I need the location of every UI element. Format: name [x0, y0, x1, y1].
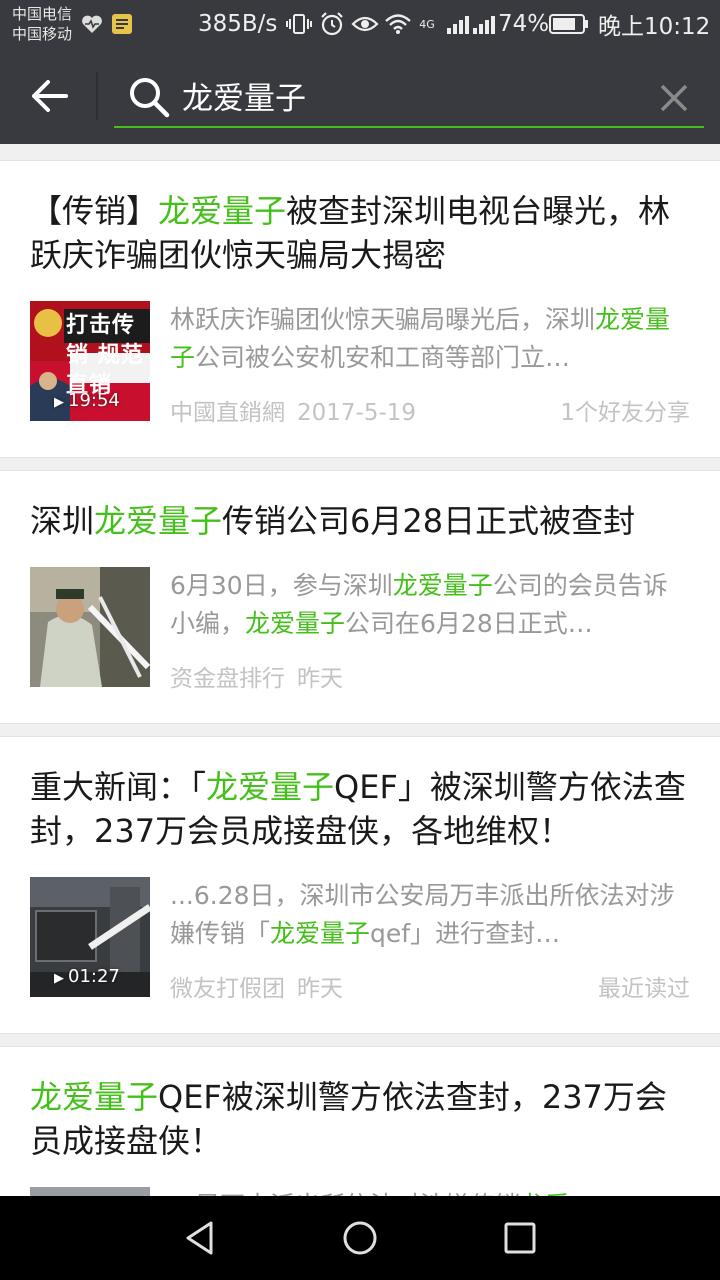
vibrate-icon: [285, 0, 313, 48]
search-icon: [130, 78, 170, 118]
result-title[interactable]: 龙爱量子QEF被深圳警方依法查封，237万会员成接盘侠！: [30, 1075, 690, 1163]
result-date: 昨天: [297, 976, 343, 1002]
signal-icon: [444, 0, 496, 48]
result-date: 昨天: [297, 666, 343, 692]
result-thumbnail[interactable]: 打击传销 规范直销 ▶ 19:54: [30, 301, 150, 421]
close-icon: [660, 84, 688, 112]
result-social-note: 最近读过: [598, 976, 690, 1002]
highlighted-keyword: 龙爱量子: [270, 919, 371, 948]
result-meta: 资金盘排行 昨天: [170, 659, 690, 693]
search-result-card[interactable]: 龙爱量子QEF被深圳警方依法查封，237万会员成接盘侠！ …局万丰派出所依法对涉嫌…: [0, 1046, 720, 1196]
play-icon: ▶: [54, 971, 64, 986]
result-social-note: 1个好友分享: [560, 400, 690, 426]
search-field[interactable]: [114, 66, 704, 128]
home-circle-icon: [343, 1221, 377, 1255]
duration-text: 19:54: [68, 390, 120, 411]
eye-icon: [350, 0, 380, 48]
system-nav-bar: [0, 1196, 720, 1280]
wifi-icon: [383, 0, 413, 48]
nav-recents-button[interactable]: [496, 1214, 544, 1262]
meta-left: 微友打假团 昨天: [170, 969, 343, 1003]
video-duration: ▶ 01:27: [54, 966, 120, 987]
result-title[interactable]: 【传销】龙爱量子被查封深圳电视台曝光，林跃庆诈骗团伙惊天骗局大揭密: [30, 189, 690, 277]
meta-left: 中國直銷網 2017-5-19: [170, 393, 416, 427]
thumbnail-caption: 打击传销 规范直销: [66, 313, 144, 398]
snippet-text: 林跃庆诈骗团伙惊天骗局曝光后，深圳: [170, 305, 596, 334]
title-text: 深圳: [30, 502, 95, 540]
alarm-icon: [318, 0, 346, 48]
snippet-text: 6月30日，参与深圳: [170, 571, 393, 600]
title-text: 【传销】: [30, 192, 159, 230]
result-thumbnail[interactable]: ▶ 01:27: [30, 877, 150, 997]
result-snippet: 6月30日，参与深圳龙爱量子公司的会员告诉小编，龙爱量子公司在6月28日正式…: [170, 567, 690, 643]
result-source: 资金盘排行: [170, 666, 285, 692]
play-icon: ▶: [54, 395, 64, 410]
result-title[interactable]: 重大新闻：「龙爱量子QEF」被深圳警方依法查封，237万会员成接盘侠，各地维权！: [30, 765, 690, 853]
search-result-card[interactable]: 深圳龙爱量子传销公司6月28日正式被查封 6月30日，参与深圳龙爱量子公司的会员告…: [0, 470, 720, 724]
result-source: 中國直銷網: [170, 400, 285, 426]
video-duration: ▶ 19:54: [54, 390, 120, 411]
result-thumbnail[interactable]: [30, 1187, 150, 1196]
result-snippet: ...6.28日，深圳市公安局万丰派出所依法对涉嫌传销「龙爱量子qef」进行查封…: [170, 877, 690, 953]
result-title[interactable]: 深圳龙爱量子传销公司6月28日正式被查封: [30, 499, 690, 543]
snippet-text: qef」进行查封…: [370, 919, 561, 948]
recents-square-icon: [504, 1222, 536, 1254]
highlighted-keyword: 龙爱量子: [392, 571, 493, 600]
result-meta: 微友打假团 昨天 最近读过: [170, 969, 690, 1003]
clear-search-button[interactable]: [652, 76, 696, 120]
header-divider: [96, 72, 98, 120]
title-text: 重大新闻：「: [30, 768, 207, 806]
highlighted-keyword: 龙爱量子: [30, 1078, 159, 1116]
notes-app-icon: [110, 0, 134, 48]
nav-back-button[interactable]: [176, 1214, 224, 1262]
search-result-card[interactable]: 【传销】龙爱量子被查封深圳电视台曝光，林跃庆诈骗团伙惊天骗局大揭密打击传销 规范…: [0, 160, 720, 458]
network-type: 4G: [419, 17, 435, 31]
search-input[interactable]: [182, 72, 632, 118]
result-source: 微友打假团: [170, 976, 285, 1002]
result-meta: 中國直銷網 2017-5-19 1个好友分享: [170, 393, 690, 427]
result-date: 2017-5-19: [297, 400, 417, 426]
title-text: 传销公司6月28日正式被查封: [222, 502, 636, 540]
back-arrow-icon: [32, 80, 68, 112]
highlighted-keyword: 龙爱量子: [94, 502, 223, 540]
result-thumbnail[interactable]: [30, 567, 150, 687]
carrier-1: 中国电信: [12, 5, 73, 23]
snippet-text: 公司在6月28日正式…: [345, 609, 593, 638]
result-snippet: …局万丰派出所依法对涉嫌传销龙爱: [170, 1187, 690, 1196]
status-bar: 中国电信 中国移动 385B/s 4G 74% 晚上10:12: [0, 0, 720, 48]
result-body: …局万丰派出所依法对涉嫌传销龙爱: [30, 1187, 690, 1196]
highlighted-keyword: 龙爱量子: [206, 768, 335, 806]
snippet-text: 公司被公安机安和工商等部门立…: [195, 343, 571, 372]
clock: 晚上10:12: [598, 14, 711, 40]
network-4g-label: 4G: [414, 0, 440, 48]
results-top-strip: [0, 144, 720, 160]
result-body: 打击传销 规范直销 ▶ 19:54 林跃庆诈骗团伙惊天骗局曝光后，深圳龙爱量子公司被公…: [30, 301, 690, 426]
heart-rate-icon: [80, 0, 104, 48]
highlighted-keyword: 龙爱量子: [245, 609, 346, 638]
result-body: 6月30日，参与深圳龙爱量子公司的会员告诉小编，龙爱量子公司在6月28日正式… 资…: [30, 567, 690, 692]
duration-text: 01:27: [68, 966, 120, 987]
battery-icon: [548, 0, 590, 48]
battery-percent: 74%: [498, 11, 550, 37]
back-button[interactable]: [22, 66, 78, 126]
result-snippet: 林跃庆诈骗团伙惊天骗局曝光后，深圳龙爱量子公司被公安机安和工商等部门立…: [170, 301, 690, 377]
meta-left: 资金盘排行 昨天: [170, 659, 343, 693]
result-list: 【传销】龙爱量子被查封深圳电视台曝光，林跃庆诈骗团伙惊天骗局大揭密打击传销 规范…: [0, 160, 720, 1196]
network-speed: 385B/s: [198, 11, 278, 37]
carrier-labels: 中国电信 中国移动: [12, 4, 72, 44]
nav-home-button[interactable]: [336, 1214, 384, 1262]
result-body: ▶ 01:27 ...6.28日，深圳市公安局万丰派出所依法对涉嫌传销「龙爱量子qe…: [30, 877, 690, 1002]
highlighted-keyword: 龙爱量子: [158, 192, 287, 230]
search-results: 【传销】龙爱量子被查封深圳电视台曝光，林跃庆诈骗团伙惊天骗局大揭密打击传销 规范…: [0, 144, 720, 1196]
carrier-2: 中国移动: [12, 25, 73, 43]
search-result-card[interactable]: 重大新闻：「龙爱量子QEF」被深圳警方依法查封，237万会员成接盘侠，各地维权！…: [0, 736, 720, 1034]
back-triangle-icon: [186, 1221, 213, 1255]
search-header: [0, 48, 720, 144]
